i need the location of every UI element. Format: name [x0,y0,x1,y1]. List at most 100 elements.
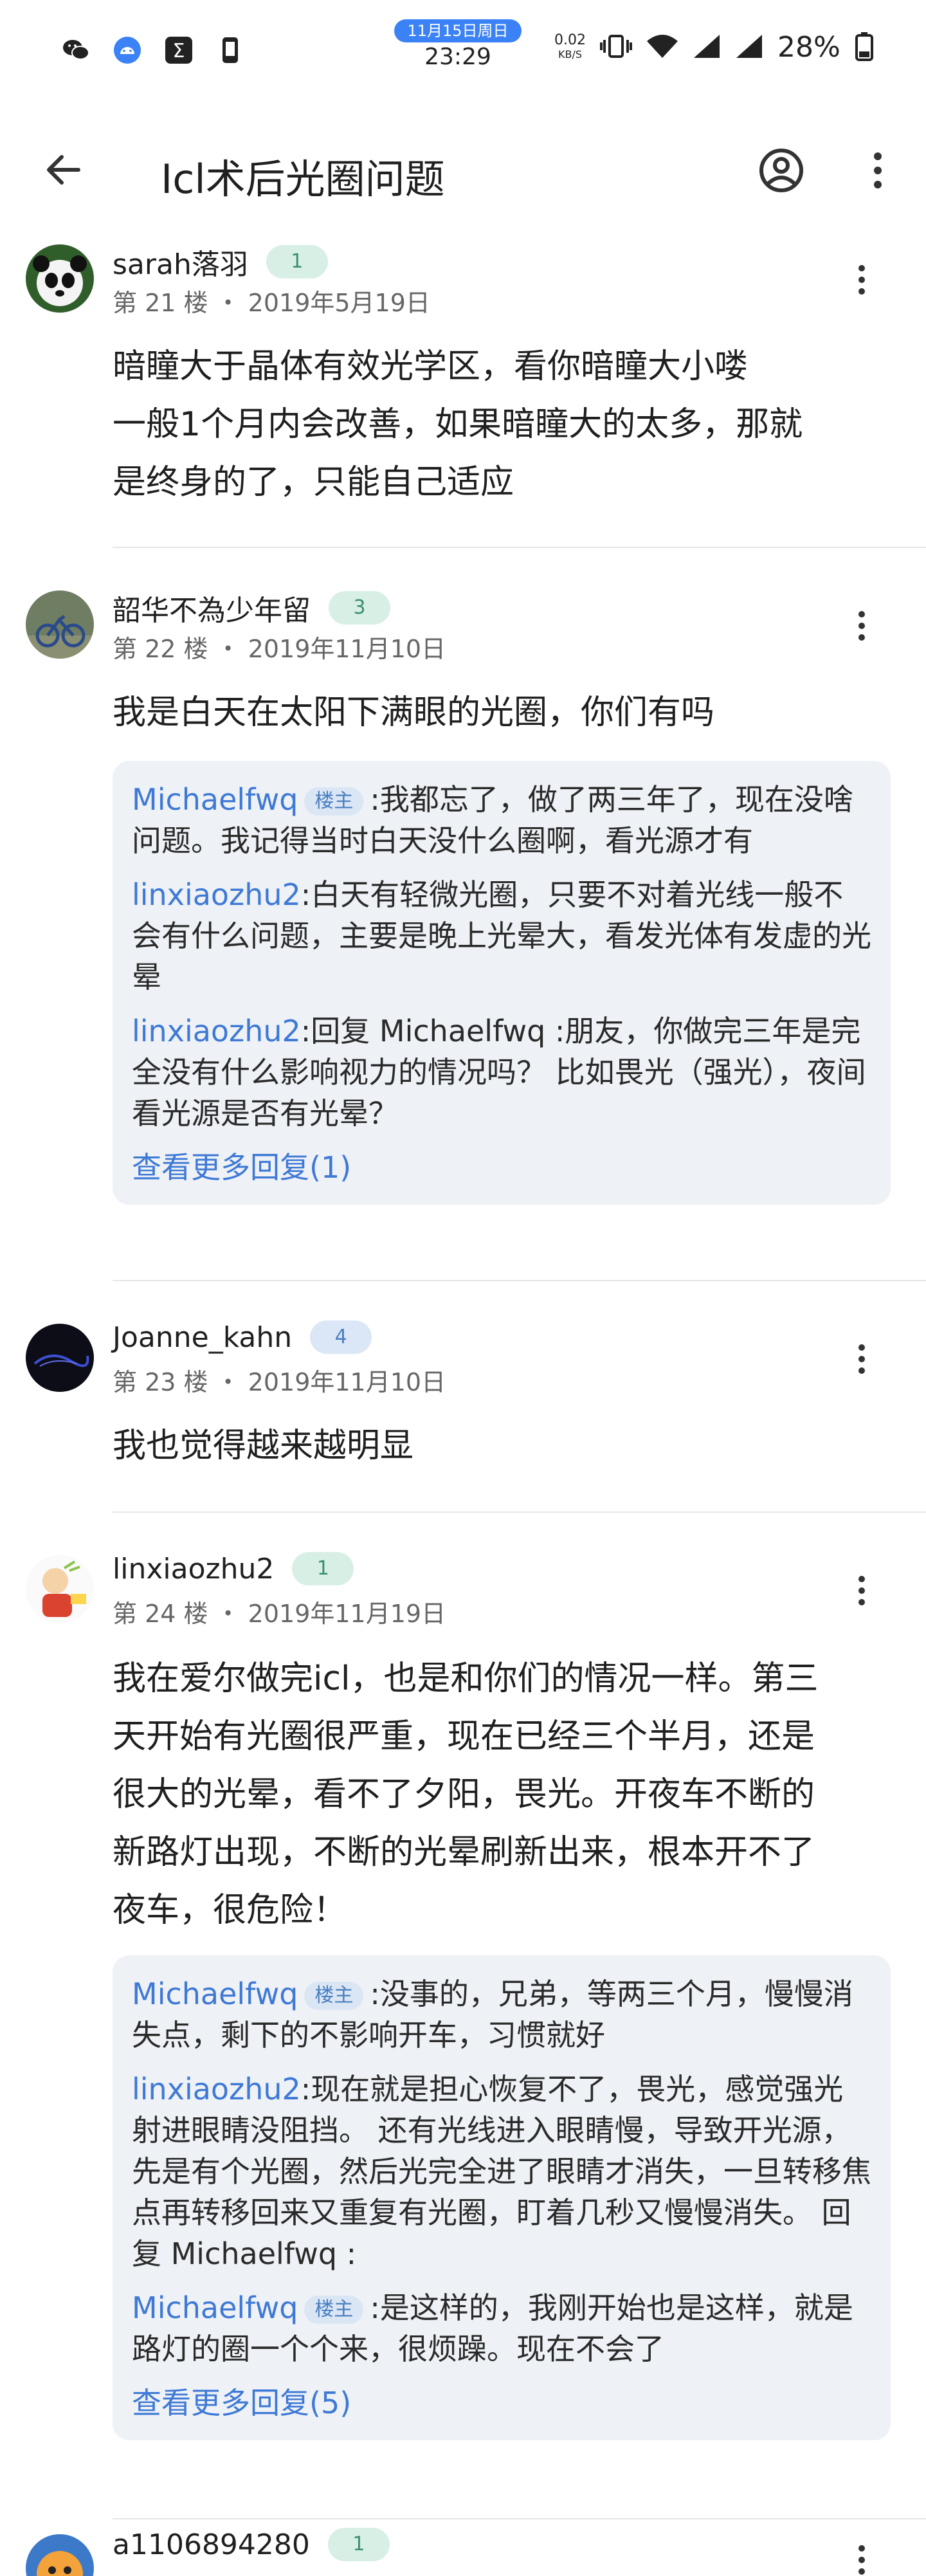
status-date: 11月15日周日 [394,19,522,42]
post-content: 我是白天在太阳下满眼的光圈，你们有吗 [113,684,884,742]
user-row: sarah落羽 1 [113,241,328,282]
wifi-icon [646,33,678,62]
more-vert-icon [858,1576,865,1605]
avatar[interactable] [26,244,94,313]
network-speed-value: 0.02 [554,32,586,48]
reply-item[interactable]: Michaelfwq 楼主:我都忘了，做了两三年了，现在没啥问题。我记得当时白天没… [132,779,871,861]
more-vert-icon [874,152,882,188]
reply-username[interactable]: linxiaozhu2 [132,2072,301,2106]
username[interactable]: Joanne_kahn [113,1321,292,1354]
reply-username[interactable]: Michaelfwq [132,2290,298,2325]
android-icon [113,36,142,64]
view-more-replies-link[interactable]: 查看更多回复(5) [132,2382,871,2424]
reply-item[interactable]: linxiaozhu2:白天有轻微光圈，只要不对着光线一般不会有什么问题，主要是… [132,874,871,998]
post-line: 是终身的了，只能自己适应 [113,463,514,502]
vibrate-icon [599,33,632,62]
reply-item[interactable]: linxiaozhu2:现在就是担心恢复不了，畏光，感觉强光射进眼睛没阻挡。 还… [132,2069,871,2274]
battery-percent: 28% [777,31,840,64]
more-vert-icon [858,265,865,295]
op-badge: 楼主 [304,787,364,816]
cartoon-face-avatar-icon [26,2534,94,2576]
post-line: 暗瞳大于晶体有效光学区，看你暗瞳大小喽 [113,347,749,386]
post-content: 我在爱尔做完icl，也是和你们的情况一样。第三 天开始有光圈很严重，现在已经三个… [113,1650,884,1939]
user-row: linxiaozhu2 1 [113,1552,354,1585]
reply-item[interactable]: linxiaozhu2:回复 Michaelfwq :朋友，你做完三年是完全没有… [132,1010,871,1134]
status-bar: Σ 11月15日周日 23:29 0.02 KB/S 28% [0,0,926,96]
reply-box: Michaelfwq 楼主:没事的，兄弟，等两三个月，慢慢消失点，剩下的不影响开车… [113,1955,891,2440]
divider [113,1280,926,1281]
avatar[interactable] [26,590,94,659]
signal-icon-2 [735,33,763,62]
reply-username[interactable]: Michaelfwq [132,782,298,817]
username[interactable]: sarah落羽 [113,241,248,282]
user-row: a1106894280 1 [113,2528,390,2561]
page-title: Icl术后光圈问题 [161,156,445,203]
reply-username[interactable]: Michaelfwq [132,1977,298,2011]
panda-avatar-icon [26,244,94,313]
post-meta: 第 23 楼 ・ 2019年11月10日 [113,1368,446,1396]
username[interactable]: 韶华不為少年留 [113,587,311,628]
post-line: 我也觉得越来越明显 [113,1427,414,1465]
post-meta: 第 21 楼 ・ 2019年5月19日 [113,289,430,317]
cartoon-avatar-icon [26,1555,94,1623]
svg-text:Σ: Σ [173,40,185,62]
wechat-icon [61,36,91,64]
notification-icons: Σ [61,36,245,64]
level-badge: 1 [327,2528,390,2561]
signal-icon-1 [693,33,721,62]
post-line: 一般1个月内会改善，如果暗瞳大的太多，那就 [113,405,803,444]
post-line: 夜车，很危险！ [113,1891,347,1930]
more-vert-icon [858,1344,865,1374]
level-badge: 1 [292,1552,354,1585]
reply-item[interactable]: Michaelfwq 楼主:没事的，兄弟，等两三个月，慢慢消失点，剩下的不影响开车… [132,1973,871,2056]
post-content: 暗瞳大于晶体有效光学区，看你暗瞳大小喽 一般1个月内会改善，如果暗瞳大的太多，那… [113,338,884,511]
sigma-icon: Σ [164,36,194,64]
op-badge: 楼主 [304,1982,364,2010]
reply-box: Michaelfwq 楼主:我都忘了，做了两三年了，现在没啥问题。我记得当时白天没… [113,761,891,1205]
post-line: 我在爱尔做完icl，也是和你们的情况一样。第三 [113,1659,819,1698]
post-line: 我是白天在太阳下满眼的光圈，你们有吗 [113,693,715,732]
post-more-button[interactable] [842,1565,881,1616]
divider [113,2518,926,2519]
network-speed: 0.02 KB/S [554,33,586,62]
reply-username[interactable]: linxiaozhu2 [132,877,301,912]
op-badge: 楼主 [304,2296,364,2324]
network-speed-unit: KB/S [558,48,582,60]
post-content: 我也觉得越来越明显 [113,1417,884,1475]
view-more-replies-link[interactable]: 查看更多回复(1) [132,1147,871,1188]
post-more-button[interactable] [842,2544,881,2576]
status-time: 23:29 [424,44,491,70]
reply-username[interactable]: linxiaozhu2 [132,1014,301,1048]
username[interactable]: linxiaozhu2 [113,1553,274,1585]
post-meta: 第 22 楼 ・ 2019年11月10日 [113,635,446,663]
post-more-button[interactable] [842,600,881,652]
system-indicators: 0.02 KB/S 28% [554,31,874,64]
overflow-menu-button[interactable] [849,142,907,199]
app-bar: Icl术后光圈问题 [0,122,926,212]
username[interactable]: a1106894280 [113,2528,310,2561]
bicycle-avatar-icon [26,590,94,659]
battery-icon [855,32,874,64]
level-badge: 3 [329,591,390,625]
post-more-button[interactable] [842,254,881,306]
more-vert-icon [858,611,865,641]
account-button[interactable] [752,142,810,199]
reply-item[interactable]: Michaelfwq 楼主:是这样的，我刚开始也是这样，就是路灯的圈一个个来，很烦… [132,2287,871,2370]
arrow-back-icon [47,155,80,185]
dark-avatar-icon [26,1324,94,1392]
avatar[interactable] [26,1324,94,1392]
level-badge: 4 [310,1320,372,1354]
divider [113,547,926,548]
post-line: 很大的光晕，看不了夕阳，畏光。开夜车不断的 [113,1775,815,1814]
date-time: 11月15日周日 23:29 [387,19,529,70]
back-button[interactable] [37,144,89,196]
user-row: 韶华不為少年留 3 [113,587,390,628]
divider [113,1512,926,1513]
post-line: 新路灯出现，不断的光晕刷新出来，根本开不了 [113,1833,815,1872]
phone-icon [215,36,245,64]
avatar[interactable] [26,2534,94,2576]
post-meta: 第 24 楼 ・ 2019年11月19日 [113,1600,446,1628]
avatar[interactable] [26,1555,94,1623]
user-row: Joanne_kahn 4 [113,1320,372,1354]
post-more-button[interactable] [842,1333,881,1385]
